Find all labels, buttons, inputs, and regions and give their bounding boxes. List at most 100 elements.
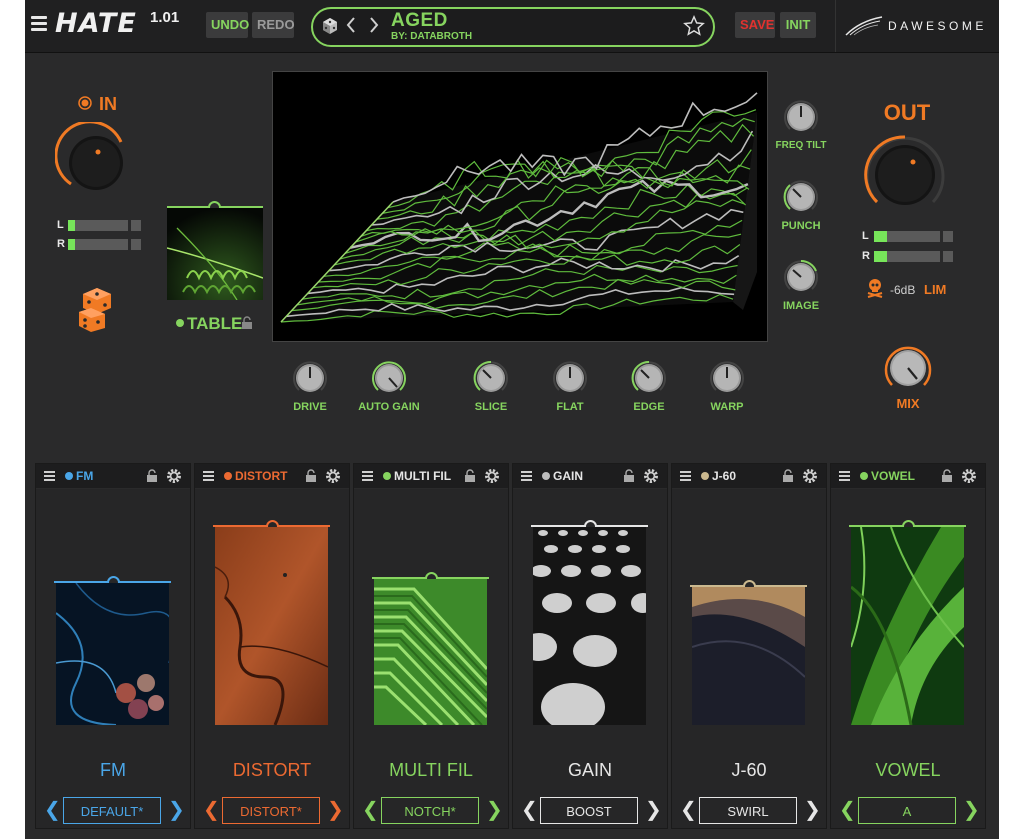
slot-power-icon[interactable] <box>383 472 391 480</box>
slot-preset-selector[interactable]: NOTCH* <box>381 797 479 824</box>
effect-slot-fm[interactable]: FM FM ❮ DEFAULT* ❯ <box>35 463 191 829</box>
slot-preset-selector[interactable]: DISTORT* <box>222 797 320 824</box>
slot-settings-gear-icon[interactable] <box>484 468 500 484</box>
slot-lock-icon[interactable] <box>941 469 953 483</box>
slot-prev-icon[interactable]: ❮ <box>203 800 220 820</box>
slot-lock-icon[interactable] <box>305 469 317 483</box>
slot-header-name: VOWEL <box>871 469 915 483</box>
slot-title: GAIN <box>567 760 612 780</box>
slot-menu-icon[interactable] <box>362 471 373 483</box>
favorite-star-icon[interactable] <box>683 15 705 42</box>
slot-next-icon[interactable]: ❯ <box>645 800 662 820</box>
punch-knob[interactable] <box>780 176 822 218</box>
output-gain-knob[interactable] <box>860 130 950 220</box>
slot-prev-icon[interactable]: ❮ <box>362 800 379 820</box>
slice-label: SLICE <box>474 401 508 413</box>
slot-lock-icon[interactable] <box>782 469 794 483</box>
input-meter-r-clip <box>131 239 141 250</box>
mix-label: MIX <box>896 396 920 411</box>
slot-next-icon[interactable]: ❯ <box>804 800 821 820</box>
table-led-icon[interactable] <box>176 319 184 327</box>
init-button[interactable]: INIT <box>780 12 816 38</box>
slot-settings-gear-icon[interactable] <box>325 468 341 484</box>
mix-knob[interactable] <box>882 342 934 394</box>
warp-knob[interactable] <box>707 358 747 398</box>
input-gain-knob[interactable] <box>55 122 137 204</box>
input-label: IN <box>99 94 117 114</box>
effect-slot-distort[interactable]: DISTORT DISTORT ❮ DISTORT* ❯ <box>194 463 350 829</box>
slot-settings-gear-icon[interactable] <box>643 468 659 484</box>
output-meter-l-clip <box>943 231 953 242</box>
slot-settings-gear-icon[interactable] <box>802 468 818 484</box>
slot-menu-icon[interactable] <box>839 471 850 483</box>
limiter-label[interactable]: LIM <box>924 282 946 297</box>
slot-preset-selector[interactable]: DEFAULT* <box>63 797 161 824</box>
slot-header: VOWEL <box>831 464 985 488</box>
slot-prev-icon[interactable]: ❮ <box>521 800 538 820</box>
freq-tilt-knob[interactable] <box>780 96 822 138</box>
slice-knob[interactable] <box>471 358 511 398</box>
slot-power-icon[interactable] <box>701 472 709 480</box>
app-version: 1.01 <box>150 9 180 26</box>
slot-lock-icon[interactable] <box>623 469 635 483</box>
slot-preset-selector[interactable]: A <box>858 797 956 824</box>
slot-menu-icon[interactable] <box>680 471 691 483</box>
slot-next-icon[interactable]: ❯ <box>486 800 503 820</box>
slot-menu-icon[interactable] <box>521 471 532 483</box>
slot-artwork <box>215 527 328 725</box>
limiter-skull-icon[interactable] <box>866 278 884 303</box>
edge-knob[interactable] <box>629 358 669 398</box>
slot-menu-icon[interactable] <box>44 471 55 483</box>
slot-lock-icon[interactable] <box>464 469 476 483</box>
slot-header: DISTORT <box>195 464 349 488</box>
input-meter-r <box>68 239 128 250</box>
slot-menu-icon[interactable] <box>203 471 214 483</box>
waveform-3d-display[interactable] <box>272 71 768 342</box>
save-button[interactable]: SAVE <box>735 12 775 38</box>
preset-browser[interactable]: AGED BY: DATABROTH <box>311 7 715 47</box>
slot-preset-selector[interactable]: BOOST <box>540 797 638 824</box>
slot-next-icon[interactable]: ❯ <box>168 800 185 820</box>
slot-header-name: DISTORT <box>235 469 288 483</box>
slot-settings-gear-icon[interactable] <box>961 468 977 484</box>
slot-title: FM <box>100 760 126 780</box>
slot-settings-gear-icon[interactable] <box>166 468 182 484</box>
warp-label: WARP <box>710 401 744 413</box>
slot-lock-icon[interactable] <box>146 469 158 483</box>
slot-prev-icon[interactable]: ❮ <box>839 800 856 820</box>
redo-button[interactable]: REDO <box>252 12 295 38</box>
slot-preset-selector[interactable]: SWIRL <box>699 797 797 824</box>
effect-slot-vowel[interactable]: VOWEL VOWEL ❮ A ❯ <box>830 463 986 829</box>
main-menu-icon[interactable] <box>31 14 49 34</box>
plugin-window: HATE 1.01 UNDO REDO AGED BY: DATABROTH S… <box>25 0 999 839</box>
auto-gain-knob[interactable] <box>369 358 409 398</box>
dice-randomize-icon[interactable] <box>77 286 119 337</box>
slot-prev-icon[interactable]: ❮ <box>44 800 61 820</box>
image-label: IMAGE <box>782 300 820 312</box>
slot-title: J-60 <box>731 760 767 780</box>
slot-prev-icon[interactable]: ❮ <box>680 800 697 820</box>
undo-button[interactable]: UNDO <box>206 12 249 38</box>
slot-power-icon[interactable] <box>542 472 550 480</box>
effect-slot-multi-fil[interactable]: MULTI FIL MULTI FIL ❮ NOTCH* ❯ <box>353 463 509 829</box>
table-lock-icon[interactable] <box>241 316 253 335</box>
image-knob[interactable] <box>780 256 822 298</box>
prev-preset-icon[interactable] <box>345 15 357 40</box>
slot-next-icon[interactable]: ❯ <box>963 800 980 820</box>
input-meter-l-label: L <box>57 219 64 231</box>
slot-power-icon[interactable] <box>860 472 868 480</box>
slot-artwork <box>851 527 964 725</box>
input-power-icon[interactable] <box>78 96 92 115</box>
slot-body: DISTORT ❮ DISTORT* ❯ <box>195 489 349 828</box>
slot-next-icon[interactable]: ❯ <box>327 800 344 820</box>
effect-slot-gain[interactable]: GAIN GAIN ❮ BOOST ❯ <box>512 463 668 829</box>
random-preset-icon[interactable] <box>321 17 339 40</box>
drive-knob[interactable] <box>290 358 330 398</box>
drive-label: DRIVE <box>293 401 327 413</box>
next-preset-icon[interactable] <box>368 15 380 40</box>
effect-slot-j60[interactable]: J-60 J-60 ❮ SWIRL ❯ <box>671 463 827 829</box>
slot-power-icon[interactable] <box>65 472 73 480</box>
flat-knob[interactable] <box>550 358 590 398</box>
slot-power-icon[interactable] <box>224 472 232 480</box>
table-thumbnail[interactable] <box>167 208 263 300</box>
